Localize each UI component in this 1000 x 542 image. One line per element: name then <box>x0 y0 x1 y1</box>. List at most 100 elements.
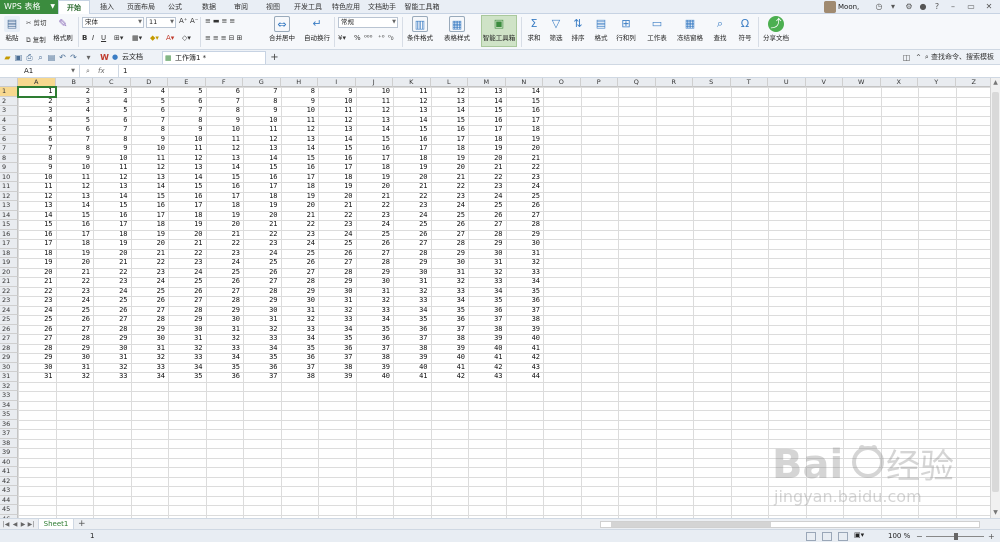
row-header-34[interactable]: 34 <box>0 400 18 410</box>
cell-n1[interactable]: 14 <box>506 87 544 97</box>
column-header-x[interactable]: X <box>880 78 918 87</box>
row-header-22[interactable]: 22 <box>0 286 18 296</box>
cell-d22[interactable]: 25 <box>131 287 169 297</box>
prev-sheet-icon[interactable]: ◀ <box>11 520 19 529</box>
cell-e1[interactable]: 5 <box>168 87 206 97</box>
cell-j1[interactable]: 10 <box>356 87 394 97</box>
cell-b26[interactable]: 27 <box>56 325 94 335</box>
menu-tab-3[interactable]: 公式 <box>160 0 190 14</box>
column-header-r[interactable]: R <box>655 78 693 87</box>
cell-e26[interactable]: 30 <box>168 325 206 335</box>
column-header-i[interactable]: I <box>318 78 356 87</box>
cell-b8[interactable]: 9 <box>56 154 94 164</box>
row-header-11[interactable]: 11 <box>0 182 18 192</box>
cell-k13[interactable]: 23 <box>393 201 431 211</box>
cell-l19[interactable]: 30 <box>431 258 469 268</box>
cell-g24[interactable]: 30 <box>243 306 281 316</box>
print-preview-icon[interactable]: ⌕ <box>36 53 45 62</box>
cell-g8[interactable]: 14 <box>243 154 281 164</box>
cell-n14[interactable]: 27 <box>506 211 544 221</box>
row-header-16[interactable]: 16 <box>0 229 18 239</box>
format-button[interactable]: ▤ 格式 <box>591 16 611 42</box>
cell-m23[interactable]: 35 <box>468 296 506 306</box>
column-header-l[interactable]: L <box>430 78 468 87</box>
cell-m13[interactable]: 25 <box>468 201 506 211</box>
cell-h24[interactable]: 31 <box>281 306 319 316</box>
row-header-15[interactable]: 15 <box>0 220 18 230</box>
cell-f1[interactable]: 6 <box>206 87 244 97</box>
cell-h20[interactable]: 27 <box>281 268 319 278</box>
cell-j28[interactable]: 37 <box>356 344 394 354</box>
cell-b29[interactable]: 30 <box>56 353 94 363</box>
cell-m3[interactable]: 15 <box>468 106 506 116</box>
cell-h19[interactable]: 26 <box>281 258 319 268</box>
cell-k23[interactable]: 33 <box>393 296 431 306</box>
cell-g29[interactable]: 35 <box>243 353 281 363</box>
wps-app-menu-button[interactable]: WPS 表格 ▼ <box>0 0 58 14</box>
sum-button[interactable]: Σ 求和 <box>524 16 544 42</box>
column-header-f[interactable]: F <box>205 78 243 87</box>
row-header-28[interactable]: 28 <box>0 343 18 353</box>
page-layout-view-icon[interactable] <box>838 532 848 541</box>
cell-m15[interactable]: 27 <box>468 220 506 230</box>
cell-a30[interactable]: 30 <box>18 363 56 373</box>
last-sheet-icon[interactable]: ▶| <box>27 520 35 529</box>
cell-g17[interactable]: 23 <box>243 239 281 249</box>
share-doc-button[interactable]: ⤴ 分享文档 <box>762 16 790 42</box>
row-header-35[interactable]: 35 <box>0 410 18 420</box>
cell-d18[interactable]: 21 <box>131 249 169 259</box>
cell-e31[interactable]: 35 <box>168 372 206 382</box>
cell-e2[interactable]: 6 <box>168 97 206 107</box>
help-icon[interactable]: ? <box>932 2 942 12</box>
cell-d15[interactable]: 18 <box>131 220 169 230</box>
grow-font-button[interactable]: A⁺ <box>179 17 187 25</box>
cell-h7[interactable]: 14 <box>281 144 319 154</box>
cell-j7[interactable]: 16 <box>356 144 394 154</box>
cell-h13[interactable]: 20 <box>281 201 319 211</box>
cell-m20[interactable]: 32 <box>468 268 506 278</box>
cell-c10[interactable]: 12 <box>93 173 131 183</box>
cell-i4[interactable]: 12 <box>318 116 356 126</box>
row-header-29[interactable]: 29 <box>0 353 18 363</box>
cell-g27[interactable]: 33 <box>243 334 281 344</box>
menu-tab-9[interactable]: 文档助手 <box>366 0 398 14</box>
cell-n24[interactable]: 37 <box>506 306 544 316</box>
zoom-level[interactable]: 100 % <box>888 530 910 542</box>
cell-g7[interactable]: 13 <box>243 144 281 154</box>
cell-e25[interactable]: 29 <box>168 315 206 325</box>
cell-c9[interactable]: 11 <box>93 163 131 173</box>
cell-m5[interactable]: 17 <box>468 125 506 135</box>
cell-a5[interactable]: 5 <box>18 125 56 135</box>
cell-f5[interactable]: 10 <box>206 125 244 135</box>
cell-c27[interactable]: 29 <box>93 334 131 344</box>
cell-j10[interactable]: 19 <box>356 173 394 183</box>
row-header-2[interactable]: 2 <box>0 96 18 106</box>
cell-k6[interactable]: 16 <box>393 135 431 145</box>
normal-view-icon[interactable] <box>806 532 816 541</box>
cell-g18[interactable]: 24 <box>243 249 281 259</box>
cell-g15[interactable]: 21 <box>243 220 281 230</box>
cell-style-icon[interactable]: ▦▾ <box>132 34 142 42</box>
row-header-5[interactable]: 5 <box>0 125 18 135</box>
cell-l5[interactable]: 16 <box>431 125 469 135</box>
cell-d17[interactable]: 20 <box>131 239 169 249</box>
italic-button[interactable]: I <box>92 34 94 42</box>
cell-i8[interactable]: 16 <box>318 154 356 164</box>
cell-b20[interactable]: 21 <box>56 268 94 278</box>
cell-b15[interactable]: 16 <box>56 220 94 230</box>
cell-b2[interactable]: 3 <box>56 97 94 107</box>
scroll-thumb[interactable] <box>992 92 999 492</box>
cell-m18[interactable]: 30 <box>468 249 506 259</box>
cell-l4[interactable]: 15 <box>431 116 469 126</box>
cell-a27[interactable]: 27 <box>18 334 56 344</box>
cell-n18[interactable]: 31 <box>506 249 544 259</box>
cell-g16[interactable]: 22 <box>243 230 281 240</box>
row-header-42[interactable]: 42 <box>0 476 18 486</box>
menu-tab-8[interactable]: 特色应用 <box>328 0 364 14</box>
cell-m2[interactable]: 14 <box>468 97 506 107</box>
column-header-e[interactable]: E <box>168 78 206 87</box>
table-style-button[interactable]: ▦ 表格样式 <box>440 16 474 42</box>
cell-n20[interactable]: 33 <box>506 268 544 278</box>
cell-a10[interactable]: 10 <box>18 173 56 183</box>
cell-c16[interactable]: 18 <box>93 230 131 240</box>
